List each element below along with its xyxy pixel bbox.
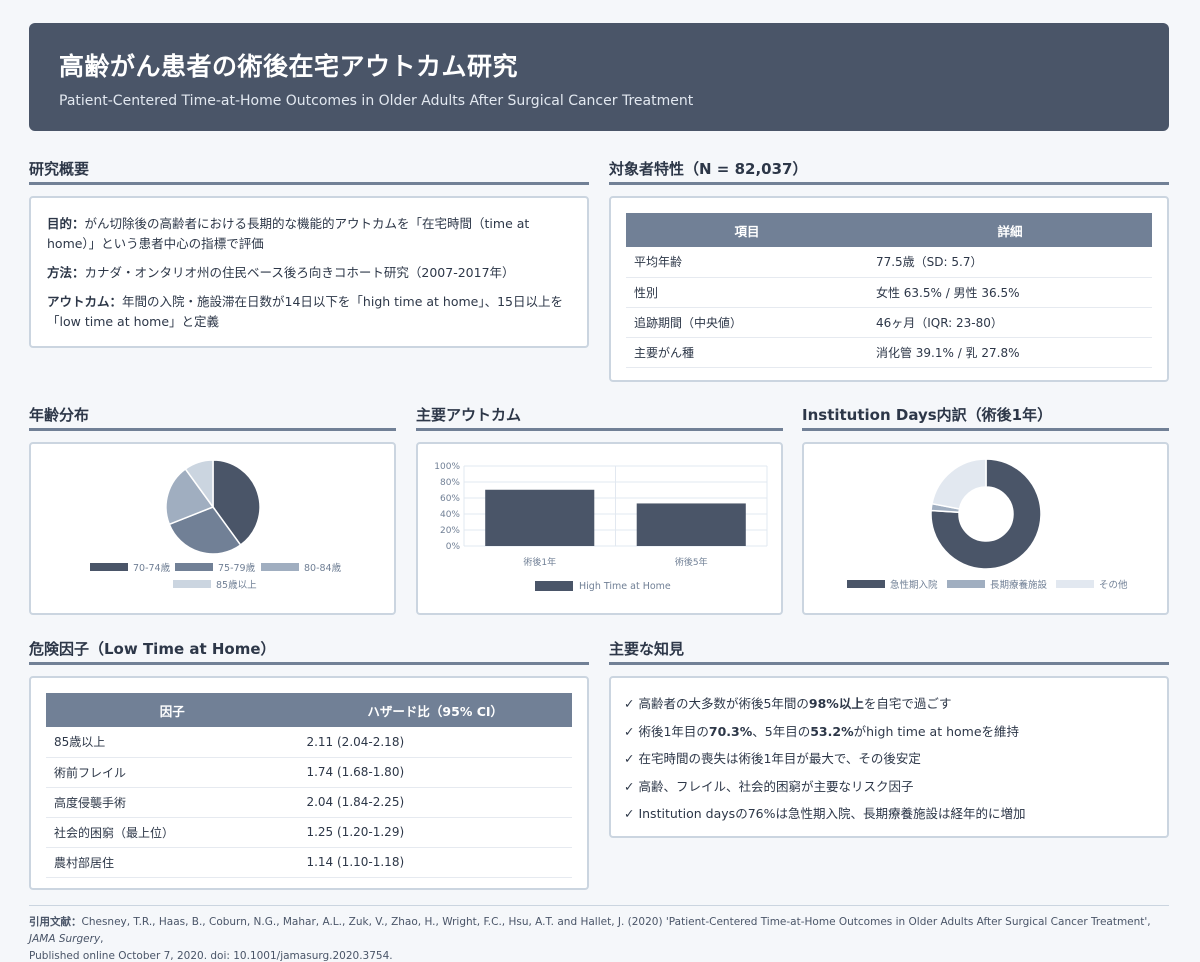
table-cell: 消化管 39.1% / 乳 27.8% [867,337,1152,368]
findings-card: ✓ 高齢者の大多数が術後5年間の98%以上を自宅で過ごす ✓ 術後1年目の70.… [609,676,1169,838]
legend-label: 85歳以上 [216,579,257,591]
finding-item: ✓ 高齢、フレイル、社会的困窮が主要なリスク因子 [624,778,914,794]
table-cell: 2.11 (2.04-2.18) [298,727,572,758]
table-header: ハザード比（95% CI） [298,693,572,727]
table-cell: 平均年齢 [626,247,868,278]
y-tick-label: 100% [434,462,460,472]
table-row: 術前フレイル 1.74 (1.68-1.80) [46,757,572,788]
characteristics-title: 対象者特性（N = 82,037） [609,158,1169,185]
table-cell: 1.14 (1.10-1.18) [298,847,572,878]
legend-label: High Time at Home [579,581,671,592]
table-row: 85歳以上 2.11 (2.04-2.18) [46,727,572,758]
citation: 引用文献：Chesney, T.R., Haas, B., Coburn, N.… [29,916,1151,962]
outcome-title: 主要アウトカム [416,404,783,431]
table-row: 追跡期間（中央値） 46ヶ月（IQR: 23-80） [626,307,1152,338]
table-cell: 46ヶ月（IQR: 23-80） [867,307,1152,338]
table-row: 平均年齢 77.5歳（SD: 5.7） [626,247,1152,278]
legend-swatch [847,580,885,588]
institution-chart-card: 急性期入院 長期療養施設 その他 [802,442,1169,615]
table-row: 社会的困窮（最上位） 1.25 (1.20-1.29) [46,817,572,848]
legend-swatch [173,580,211,588]
table-cell: 1.74 (1.68-1.80) [298,757,572,788]
risk-title: 危険因子（Low Time at Home） [29,638,589,665]
findings-title: 主要な知見 [609,638,1169,665]
age-chart-card: 70-74歳 75-79歳 80-84歳 85歳以上 [29,442,396,615]
finding-item: ✓ Institution daysの76%は急性期入院、長期療養施設は経年的に… [624,806,1026,821]
legend-swatch [947,580,985,588]
table-row: 高度侵襲手術 2.04 (1.84-2.25) [46,787,572,818]
table-cell: 女性 63.5% / 男性 36.5% [867,277,1152,308]
table-cell: 追跡期間（中央値） [626,307,868,338]
legend-label: 80-84歳 [304,562,342,574]
legend-label: 急性期入院 [890,579,938,591]
table-row: 主要がん種 消化管 39.1% / 乳 27.8% [626,337,1152,368]
x-tick-label: 術後5年 [675,556,708,568]
characteristics-card: 項目 詳細 平均年齢 77.5歳（SD: 5.7） 性別 女性 63.5% / 男性… [609,196,1169,382]
risk-table: 因子 ハザード比（95% CI） 85歳以上 2.11 (2.04-2.18) 術… [46,693,572,878]
overview-card: 目的：がん切除後の高齢者における長期的な機能的アウトカムを「在宅時間（time … [29,196,589,348]
pie-slice [931,458,987,510]
table-row: 農村部居住 1.14 (1.10-1.18) [46,847,572,878]
finding-item: ✓ 高齢者の大多数が術後5年間の98%以上を自宅で過ごす [624,696,952,711]
table-cell: 85歳以上 [46,727,299,758]
outcome-chart-card: 0% 20% 40% 60% 80% 100% 術後1年 術後5年 High Time at H… [416,442,783,615]
table-row: 性別 女性 63.5% / 男性 36.5% [626,277,1152,308]
x-tick-label: 術後1年 [523,556,556,568]
age-title: 年齢分布 [29,404,396,431]
table-cell: 主要がん種 [626,337,868,368]
table-cell: 77.5歳（SD: 5.7） [867,247,1152,278]
finding-item: ✓ 在宅時間の喪失は術後1年目が最大で、その後安定 [624,751,921,766]
overview-purpose: 目的：がん切除後の高齢者における長期的な機能的アウトカムを「在宅時間（time … [47,216,530,251]
characteristics-table: 項目 詳細 平均年齢 77.5歳（SD: 5.7） 性別 女性 63.5% / 男性… [626,213,1152,368]
table-cell: 1.25 (1.20-1.29) [298,817,572,848]
citation-divider [29,905,1169,906]
overview-title: 研究概要 [29,158,589,185]
table-cell: 社会的困窮（最上位） [46,817,299,848]
y-tick-label: 80% [440,478,460,488]
page-header: 高齢がん患者の術後在宅アウトカム研究 Patient-Centered Time… [29,23,1169,131]
legend-label: 70-74歳 [133,562,171,574]
page-title: 高齢がん患者の術後在宅アウトカム研究 [59,52,519,81]
table-cell: 性別 [626,277,868,308]
overview-outcome: アウトカム：年間の入院・施設滞在日数が14日以下を「high time at h… [47,294,563,329]
y-tick-label: 60% [440,494,460,504]
table-cell: 高度侵襲手術 [46,787,299,818]
y-tick-label: 40% [440,510,460,520]
overview-method: 方法：カナダ・オンタリオ州の住民ベース後ろ向きコホート研究（2007-2017年… [47,265,515,280]
table-cell: 2.04 (1.84-2.25) [298,787,572,818]
legend-swatch [175,563,213,571]
page-subtitle: Patient-Centered Time-at-Home Outcomes i… [59,93,694,109]
table-header: 項目 [626,213,868,247]
legend-swatch [261,563,299,571]
bar [636,503,746,546]
legend-swatch [90,563,128,571]
legend-label: 長期療養施設 [990,579,1048,591]
institution-donut-chart: 急性期入院 長期療養施設 その他 [847,458,1128,591]
table-header: 因子 [46,693,299,727]
age-pie-chart: 70-74歳 75-79歳 80-84歳 85歳以上 [90,459,342,591]
risk-card: 因子 ハザード比（95% CI） 85歳以上 2.11 (2.04-2.18) 術… [29,676,589,890]
legend-label: 75-79歳 [218,562,256,574]
table-cell: 農村部居住 [46,847,299,878]
legend-swatch [1056,580,1094,588]
y-tick-label: 0% [446,542,461,552]
table-header: 詳細 [867,213,1152,247]
finding-item: ✓ 術後1年目の70.3%、5年目の53.2%がhigh time at hom… [624,723,1020,739]
legend-label: その他 [1099,579,1128,591]
table-cell: 術前フレイル [46,757,299,788]
legend-swatch [535,581,573,591]
institution-title: Institution Days内訳（術後1年） [802,404,1169,431]
bar [485,489,595,546]
y-tick-label: 20% [440,526,460,536]
outcome-bar-chart: 0% 20% 40% 60% 80% 100% 術後1年 術後5年 High Time at H… [434,462,768,592]
